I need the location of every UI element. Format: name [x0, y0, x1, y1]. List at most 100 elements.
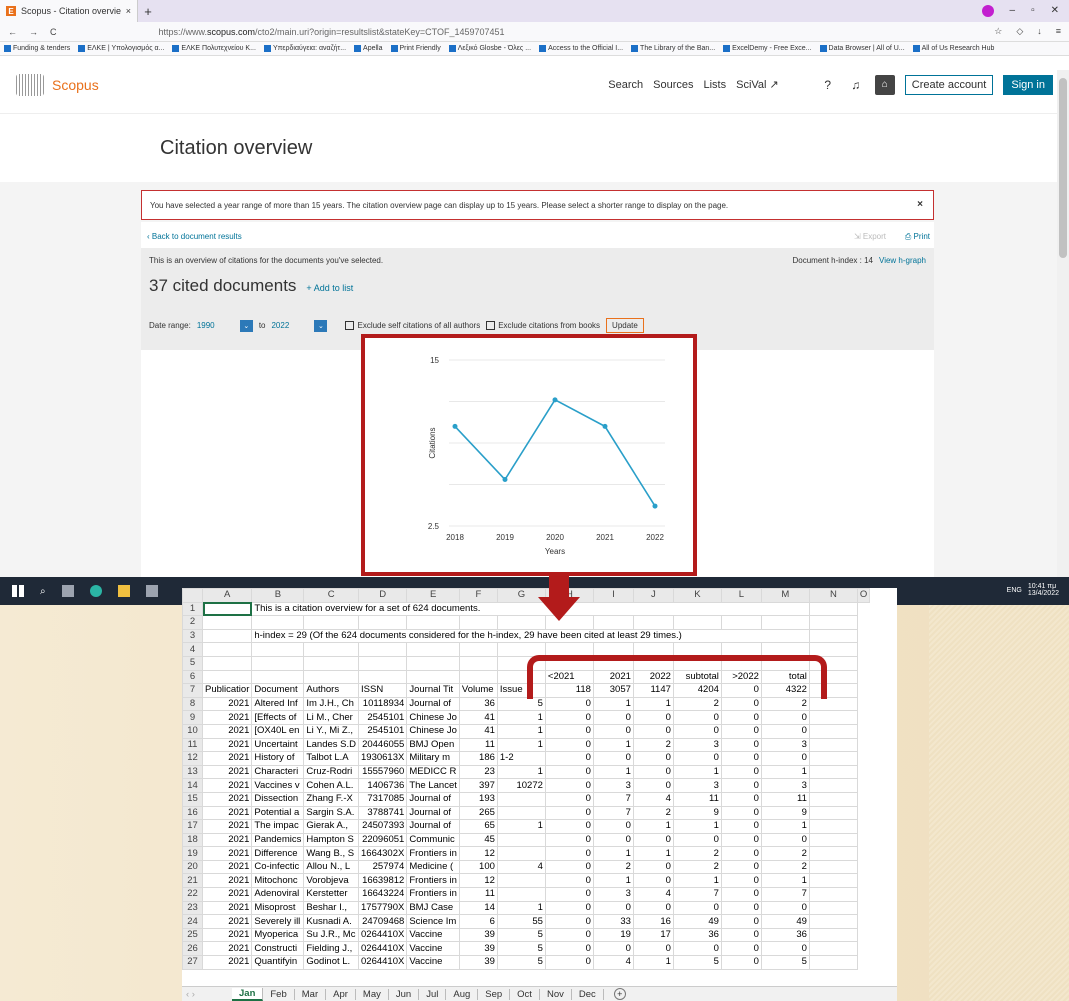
sheet-cell[interactable]: 193: [458, 791, 498, 807]
sheet-cell[interactable]: [808, 710, 858, 725]
sheet-cell[interactable]: [808, 941, 858, 957]
sheet-cell[interactable]: Zhang F.-X: [303, 791, 360, 807]
date-from-select[interactable]: 1990 ⌄: [197, 319, 253, 332]
sheet-cell[interactable]: [251, 655, 305, 671]
sheet-cell[interactable]: 2: [592, 859, 634, 875]
bookmark-item[interactable]: ΕΛΚΕ Πολυτεχνείου Κ...: [172, 45, 256, 52]
maximize-icon[interactable]: ▫: [1031, 5, 1035, 17]
sheet-cell[interactable]: 2021: [201, 927, 253, 943]
sheet-cell[interactable]: 100: [458, 859, 498, 875]
row-header[interactable]: 22: [182, 887, 203, 902]
sheet-cell[interactable]: 16: [632, 914, 674, 929]
sheet-cell[interactable]: [201, 601, 253, 617]
sheet-cell[interactable]: Wang B., S: [303, 846, 360, 861]
sheet-cell[interactable]: 1: [632, 955, 674, 970]
sheet-cell[interactable]: 7: [592, 805, 634, 821]
sheet-cell[interactable]: This is a citation overview for a set of…: [251, 601, 810, 617]
sheet-cell[interactable]: 0: [720, 791, 762, 807]
nav-lists[interactable]: Lists: [703, 79, 726, 91]
sheet-cell[interactable]: Communic: [406, 832, 460, 848]
sheet-cell[interactable]: 0: [672, 723, 722, 739]
sheet-cell[interactable]: 0: [720, 723, 762, 739]
sheet-cell[interactable]: Talbot L.A: [303, 751, 360, 766]
sheet-cell[interactable]: Dissection: [251, 791, 305, 807]
bookmark-item[interactable]: Funding & tenders: [4, 45, 70, 52]
sheet-cell[interactable]: 5: [672, 955, 722, 970]
sheet-cell[interactable]: 4: [632, 887, 674, 902]
bookmark-item[interactable]: ΕΛΚΕ | Υπολογισμός α...: [78, 45, 164, 52]
sheet-cell[interactable]: 0: [720, 941, 762, 957]
sheet-cell[interactable]: [592, 615, 634, 630]
language-indicator[interactable]: ENG: [1007, 587, 1022, 594]
sheet-cell[interactable]: Gierak A.,: [303, 819, 360, 834]
sheet-cell[interactable]: 0: [632, 859, 674, 875]
sheet-cell[interactable]: Uncertaint: [251, 737, 305, 753]
sheet-cell[interactable]: 2021: [201, 832, 253, 848]
sheet-tab[interactable]: May: [356, 988, 389, 1000]
search-icon[interactable]: ⌕: [40, 586, 46, 597]
sheet-cell[interactable]: [406, 669, 460, 685]
download-icon[interactable]: ↓: [1037, 26, 1042, 37]
sheet-cell[interactable]: Im J.H., Ch: [303, 696, 360, 712]
sheet-cell[interactable]: 0: [760, 723, 810, 739]
sheet-cell[interactable]: [808, 737, 858, 753]
sheet-cell[interactable]: Li M., Cher: [303, 710, 360, 725]
sheet-cell[interactable]: 11: [760, 791, 810, 807]
row-header[interactable]: 13: [182, 764, 203, 780]
sheet-tab[interactable]: Sep: [478, 988, 511, 1000]
sheet-cell[interactable]: 0: [672, 751, 722, 766]
sheet-cell[interactable]: History of: [251, 751, 305, 766]
sheet-cell[interactable]: 1406736: [358, 778, 408, 793]
sheet-cell[interactable]: [OX40L en: [251, 723, 305, 739]
sheet-cell[interactable]: 0: [592, 832, 634, 848]
row-header[interactable]: 26: [182, 941, 203, 957]
sheet-cell[interactable]: 7: [672, 887, 722, 902]
sheet-cell[interactable]: 2021: [201, 791, 253, 807]
sheet-cell[interactable]: 10272: [496, 778, 546, 793]
sheet-cell[interactable]: 0: [720, 846, 762, 861]
row-header[interactable]: 21: [182, 873, 203, 889]
sheet-cell[interactable]: [808, 887, 858, 902]
sheet-cell[interactable]: Chinese Jo: [406, 710, 460, 725]
sheet-cell[interactable]: 15557960: [358, 764, 408, 780]
row-header[interactable]: 19: [182, 846, 203, 861]
sheet-cell[interactable]: 1: [592, 696, 634, 712]
sheet-cell[interactable]: 2: [760, 846, 810, 861]
sheet-cell[interactable]: Vaccines v: [251, 778, 305, 793]
sheet-tab[interactable]: Aug: [446, 988, 479, 1000]
sheet-cell[interactable]: [201, 615, 253, 630]
sheet-cell[interactable]: h-index = 29 (Of the 624 documents consi…: [251, 628, 810, 644]
sheet-cell[interactable]: 0: [760, 941, 810, 957]
sheet-cell[interactable]: 1: [592, 846, 634, 861]
sheet-cell[interactable]: The Lancet: [406, 778, 460, 793]
sheet-cell[interactable]: Military m: [406, 751, 460, 766]
sheet-cell[interactable]: 0: [592, 819, 634, 834]
sheet-cell[interactable]: 5: [496, 955, 546, 970]
sheet-cell[interactable]: 1: [592, 764, 634, 780]
sheet-cell[interactable]: [358, 615, 408, 630]
sheet-cell[interactable]: Difference: [251, 846, 305, 861]
row-header[interactable]: 12: [182, 751, 203, 766]
sheet-cell[interactable]: [808, 696, 858, 712]
sheet-cell[interactable]: 1: [672, 819, 722, 834]
sheet-cell[interactable]: 2545101: [358, 723, 408, 739]
sheet-cell[interactable]: 16639812: [358, 873, 408, 889]
column-header[interactable]: C: [303, 588, 360, 603]
sheet-cell[interactable]: 0: [720, 737, 762, 753]
sheet-cell[interactable]: 0: [632, 723, 674, 739]
sheet-cell[interactable]: 0: [592, 751, 634, 766]
sheet-cell[interactable]: 65: [458, 819, 498, 834]
sheet-cell[interactable]: 1: [592, 737, 634, 753]
column-header[interactable]: J: [632, 588, 674, 603]
sheet-cell[interactable]: [496, 805, 546, 821]
column-header[interactable]: K: [672, 588, 722, 603]
sheet-cell[interactable]: 0264410X: [358, 941, 408, 957]
sheet-cell[interactable]: 10118934: [358, 696, 408, 712]
sheet-cell[interactable]: 0: [544, 914, 594, 929]
sheet-cell[interactable]: 1: [496, 737, 546, 753]
task-view-icon[interactable]: [61, 585, 74, 597]
sheet-cell[interactable]: 3: [672, 737, 722, 753]
sheet-cell[interactable]: 1: [496, 723, 546, 739]
sheet-cell[interactable]: [303, 655, 360, 671]
sheet-cell[interactable]: 14: [458, 900, 498, 916]
